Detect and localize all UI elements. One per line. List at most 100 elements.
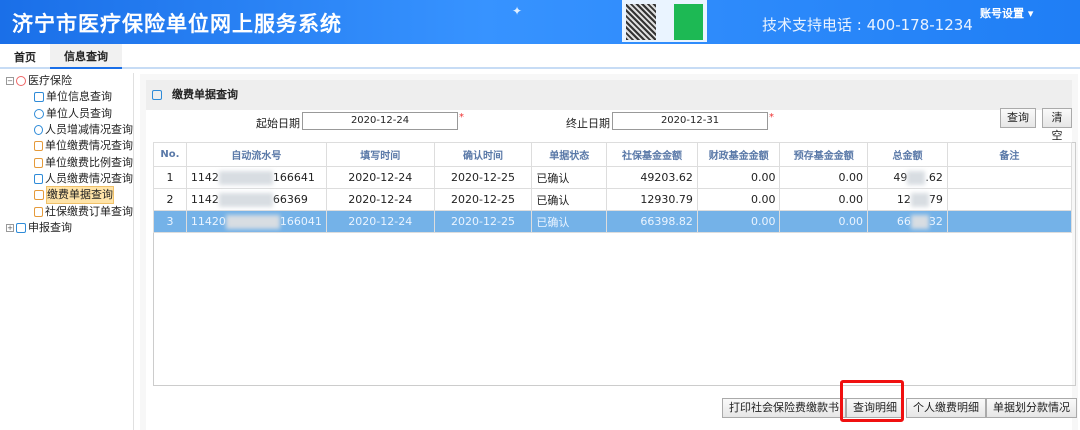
table-row[interactable]: 2 1142 66369 2020-12-24 2020-12-25 已确认 12…: [153, 188, 1073, 211]
serial-suffix: 166641: [272, 170, 315, 184]
tree-item[interactable]: 单位信息查询: [6, 89, 133, 105]
wechat-qr-icon: [673, 4, 703, 40]
total-suffix: 79: [928, 192, 943, 206]
redacted-blur: [225, 214, 280, 229]
card-icon: [34, 141, 43, 152]
tree-item[interactable]: 人员缴费情况查询: [6, 171, 133, 187]
total-amount: 66 32: [867, 210, 948, 233]
social-fund-amount: 66398.82: [606, 210, 698, 233]
total-amount: 12 79: [867, 188, 948, 211]
table-row[interactable]: 1 1142 166641 2020-12-24 2020-12-25 已确认 4…: [153, 166, 1073, 189]
tree-item[interactable]: 社保缴费订单查询: [6, 203, 133, 219]
column-header[interactable]: 备注: [946, 142, 1073, 167]
app-header: 济宁市医疗保险单位网上服务系统 ✦ 技术支持电话 : 400-178-1234 …: [0, 0, 1080, 44]
highlight-annotation: [840, 380, 904, 422]
column-header[interactable]: 社保基金金额: [606, 142, 698, 167]
note: [946, 210, 1073, 233]
serial-number: 1142 166641: [185, 166, 327, 189]
note: [946, 188, 1073, 211]
account-settings-menu[interactable]: 账号设置 ▾: [980, 5, 1033, 21]
tree-item-label: 缴费单据查询: [46, 186, 114, 205]
column-header[interactable]: 自动流水号: [185, 142, 327, 167]
table-row[interactable]: 3 11420 166041 2020-12-24 2020-12-25 已确认 …: [153, 210, 1073, 233]
finance-fund-amount: 0.00: [696, 166, 781, 189]
print-payment-book-button[interactable]: 打印社会保险费缴款书: [722, 398, 846, 418]
serial-number: 1142 66369: [185, 188, 327, 211]
confirm-date: 2020-12-25: [433, 166, 533, 189]
tree-item-label: 单位信息查询: [46, 90, 112, 104]
end-date-label: 终止日期: [566, 117, 610, 130]
redacted-blur: [910, 214, 929, 229]
column-header[interactable]: 预存基金金额: [779, 142, 869, 167]
tree-item[interactable]: 单位缴费比例查询: [6, 154, 133, 170]
results-table: No. 自动流水号 填写时间 确认时间 单据状态 社保基金金额 财政基金金额 预存基金金额 总金…: [153, 142, 1073, 233]
confirm-date: 2020-12-25: [433, 210, 533, 233]
folder-icon: [16, 76, 26, 87]
bill-split-button[interactable]: 单据划分款情况: [986, 398, 1077, 418]
expand-icon[interactable]: +: [6, 223, 14, 232]
fill-date: 2020-12-24: [325, 166, 435, 189]
fill-date: 2020-12-24: [325, 210, 435, 233]
total-suffix: 32: [928, 214, 943, 228]
finance-fund-amount: 0.00: [696, 210, 781, 233]
total-suffix: .62: [925, 170, 943, 184]
start-date-label: 起始日期: [256, 117, 300, 130]
tree-item[interactable]: 单位人员查询: [6, 106, 133, 122]
status: 已确认: [531, 188, 608, 211]
note: [946, 166, 1073, 189]
column-header[interactable]: 财政基金金额: [696, 142, 781, 167]
prestore-fund-amount: 0.00: [779, 166, 869, 189]
prestore-fund-amount: 0.00: [779, 210, 869, 233]
total-prefix: 49: [893, 170, 908, 184]
column-header[interactable]: 单据状态: [531, 142, 608, 167]
row-no: 1: [153, 166, 187, 189]
row-no: 3: [153, 210, 187, 233]
person-icon: [34, 125, 43, 136]
personal-payment-detail-button[interactable]: 个人缴费明细: [906, 398, 986, 418]
status: 已确认: [531, 166, 608, 189]
panel-title-text: 缴费单据查询: [172, 88, 238, 101]
tree-item-selected[interactable]: 缴费单据查询: [6, 186, 133, 205]
social-fund-amount: 12930.79: [606, 188, 698, 211]
tree-group-label: 医疗保险: [28, 74, 72, 88]
tree-item-label: 社保缴费订单查询: [45, 204, 133, 218]
card-icon: [34, 190, 44, 201]
clear-button[interactable]: 清空: [1042, 108, 1072, 142]
finance-fund-amount: 0.00: [696, 188, 781, 211]
social-fund-amount: 49203.62: [606, 166, 698, 189]
status: 已确认: [531, 210, 608, 233]
serial-prefix: 11420: [190, 214, 226, 228]
column-header[interactable]: 填写时间: [325, 142, 435, 167]
total-amount: 49.62: [867, 166, 948, 189]
nav-tree: − 医疗保险 单位信息查询 单位人员查询 人员增减情况查询 单位缴费情况查询 单位…: [6, 73, 134, 430]
start-date-input[interactable]: 2020-12-24: [302, 112, 458, 130]
tree-item-label: 人员缴费情况查询: [45, 171, 133, 185]
row-no: 2: [153, 188, 187, 211]
support-phone: 技术支持电话 : 400-178-1234: [762, 16, 973, 34]
column-header[interactable]: 确认时间: [433, 142, 533, 167]
query-button[interactable]: 查询: [1000, 108, 1036, 128]
required-mark: *: [769, 112, 774, 123]
search-doc-icon: [16, 222, 26, 233]
end-date-input[interactable]: 2020-12-31: [612, 112, 768, 130]
tree-item[interactable]: 单位缴费情况查询: [6, 138, 133, 154]
tree-item-label: 单位缴费情况查询: [45, 139, 133, 153]
app-title: 济宁市医疗保险单位网上服务系统: [12, 12, 342, 36]
collapse-icon[interactable]: −: [6, 77, 14, 86]
tab-home[interactable]: 首页: [2, 49, 48, 65]
document-icon: [34, 173, 43, 184]
serial-prefix: 1142: [190, 192, 219, 206]
card-icon: [34, 157, 43, 168]
total-prefix: 66: [896, 214, 911, 228]
tree-group-medical-insurance[interactable]: − 医疗保险: [6, 73, 133, 89]
sparkle-icon: ✦: [512, 4, 523, 18]
tab-info-query[interactable]: 信息查询: [50, 44, 122, 69]
column-header[interactable]: No.: [153, 142, 187, 167]
tree-item[interactable]: 人员增减情况查询: [6, 122, 133, 138]
building-icon: [34, 92, 44, 103]
prestore-fund-amount: 0.00: [779, 188, 869, 211]
serial-suffix: 166041: [279, 214, 322, 228]
tree-group-declaration[interactable]: + 申报查询: [6, 220, 133, 236]
column-header[interactable]: 总金额: [867, 142, 948, 167]
edit-icon: [152, 90, 162, 100]
